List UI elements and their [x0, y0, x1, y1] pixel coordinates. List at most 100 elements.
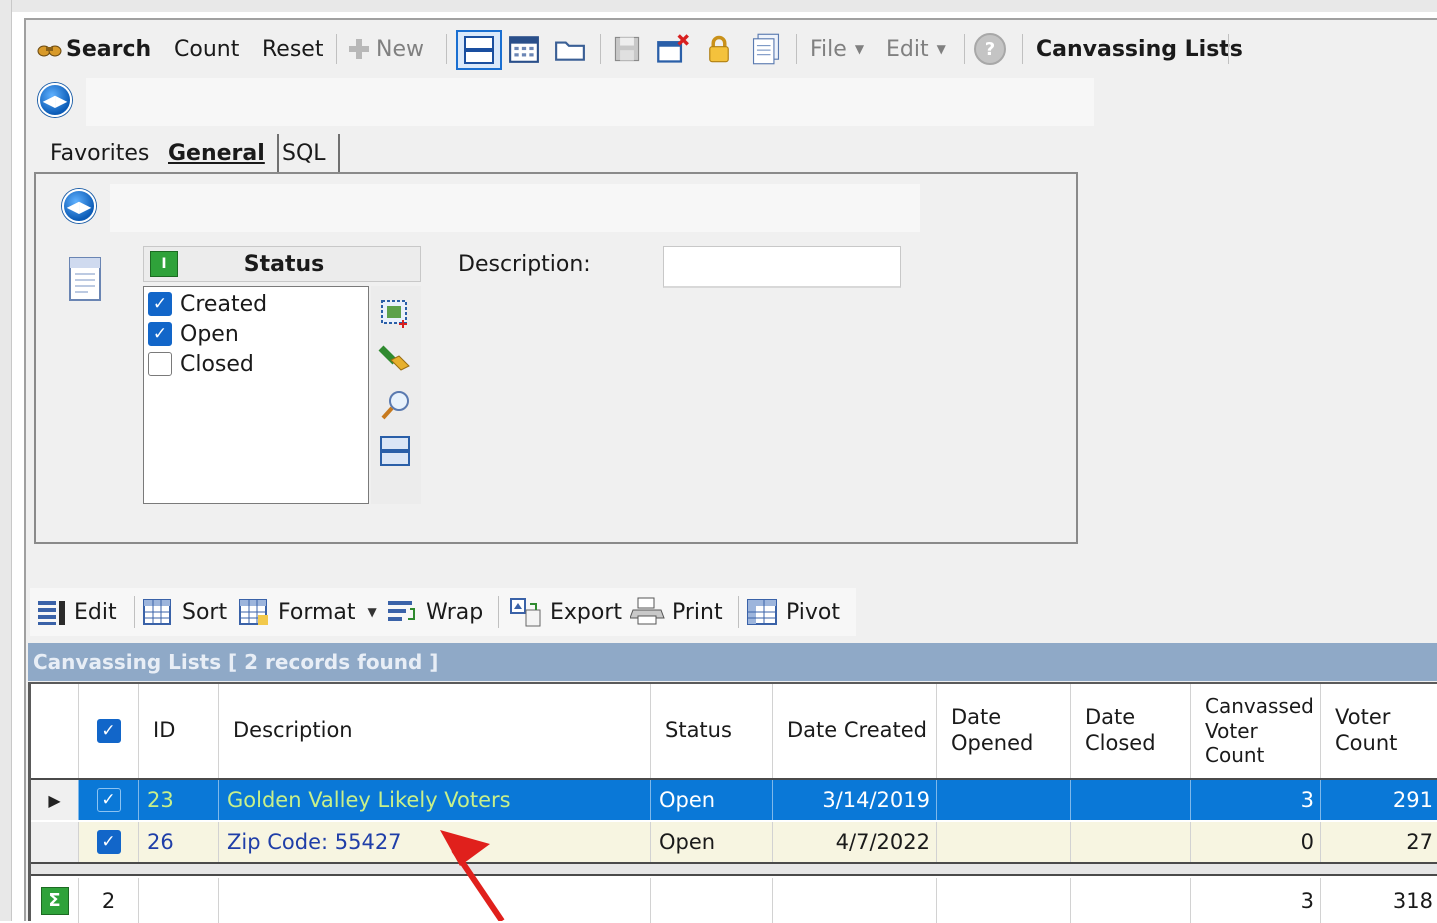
cell-id[interactable]: 26 — [139, 822, 219, 862]
count-button[interactable]: Count — [174, 30, 239, 68]
cell-voter-count[interactable]: 291 — [1321, 780, 1437, 820]
sort-table-icon — [143, 599, 171, 625]
chevron-down-icon: ▼ — [936, 42, 946, 56]
grid-edit-button[interactable]: Edit — [36, 592, 117, 632]
help-button[interactable]: ? — [974, 30, 1006, 68]
checkbox-checked[interactable]: ✓ — [148, 322, 172, 346]
column-header-date-closed[interactable]: Date Closed — [1071, 684, 1191, 778]
status-option-open[interactable]: ✓ Open — [148, 320, 239, 348]
calendar-icon — [509, 36, 539, 63]
checkbox-checked[interactable]: ✓ — [96, 788, 121, 812]
cell-date-opened[interactable] — [937, 822, 1071, 862]
split-view-toggle[interactable] — [456, 30, 502, 70]
wrap-button[interactable]: Wrap — [386, 592, 483, 632]
print-button[interactable]: Print — [630, 592, 723, 632]
lock-button[interactable] — [704, 30, 734, 68]
pivot-button[interactable]: Pivot — [746, 592, 840, 632]
split-panel-icon[interactable] — [377, 434, 413, 468]
format-button[interactable]: Format ▼ — [238, 592, 377, 632]
reset-button[interactable]: Reset — [262, 30, 323, 68]
edit-menu[interactable]: Edit ▼ — [886, 30, 946, 68]
document-icon — [69, 257, 101, 301]
file-menu[interactable]: File ▼ — [810, 30, 864, 68]
document-stack-icon — [752, 33, 780, 65]
cell-date-created[interactable]: 4/7/2022 — [773, 822, 937, 862]
export-button[interactable]: Export — [508, 592, 622, 632]
search-button[interactable]: Search — [36, 30, 151, 68]
edit-menu-label: Edit — [886, 36, 929, 62]
checkbox-unchecked[interactable] — [148, 352, 172, 376]
tab-label: Favorites — [50, 140, 150, 166]
column-header-voter-count[interactable]: Voter Count — [1321, 684, 1437, 778]
annotation-arrow-icon — [440, 830, 505, 921]
info-strip — [110, 184, 920, 232]
cell-id[interactable]: 23 — [139, 780, 219, 820]
summary-cell — [139, 878, 219, 923]
column-header-status[interactable]: Status — [651, 684, 773, 778]
cell-status[interactable]: Open — [651, 822, 773, 862]
select-all-cell[interactable]: ✓ — [79, 684, 139, 778]
clear-brush-icon[interactable] — [377, 342, 413, 376]
cell-voter-count[interactable]: 27 — [1321, 822, 1437, 862]
save-disk-icon — [614, 36, 640, 62]
toolbar-separator — [1228, 34, 1229, 64]
file-menu-label: File — [810, 36, 847, 62]
status-checklist: ✓ Created ✓ Open Closed — [143, 286, 369, 504]
cell-status[interactable]: Open — [651, 780, 773, 820]
expand-collapse-button[interactable]: ◀▶ — [38, 83, 72, 117]
row-checkbox-cell[interactable]: ✓ — [79, 822, 139, 862]
summary-count: 2 — [79, 878, 139, 923]
sigma-icon[interactable]: Σ — [40, 886, 69, 915]
summary-indicator: Σ — [31, 878, 79, 923]
description-input[interactable] — [663, 246, 901, 288]
cell-canvassed-voter-count[interactable]: 0 — [1191, 822, 1321, 862]
notes-button[interactable] — [748, 30, 784, 68]
checkbox-checked[interactable]: ✓ — [148, 292, 172, 316]
cell-date-created[interactable]: 3/14/2019 — [773, 780, 937, 820]
row-checkbox-cell[interactable]: ✓ — [79, 780, 139, 820]
save-button[interactable] — [612, 30, 642, 68]
chevron-down-icon: ▼ — [367, 605, 377, 619]
print-label: Print — [672, 599, 723, 625]
current-row-arrow-icon: ▶ — [48, 790, 61, 810]
status-filter-title: Status — [243, 251, 325, 277]
cell-canvassed-voter-count[interactable]: 3 — [1191, 780, 1321, 820]
status-option-created[interactable]: ✓ Created — [148, 290, 267, 318]
filter-side-toolbar — [371, 286, 421, 504]
tab-label: SQL — [282, 140, 326, 166]
export-label: Export — [550, 599, 623, 625]
select-all-icon[interactable] — [379, 298, 411, 330]
calendar-view-button[interactable] — [508, 30, 540, 68]
new-button[interactable]: New — [346, 30, 424, 68]
cell-description[interactable]: Golden Valley Likely Voters — [219, 780, 651, 820]
count-label: Count — [174, 36, 240, 62]
export-record-button[interactable] — [656, 30, 690, 68]
toggle-filter-icon[interactable]: I — [150, 251, 178, 277]
tab-general[interactable]: General — [156, 134, 279, 172]
cell-date-opened[interactable] — [937, 780, 1071, 820]
column-header-canvassed-voter-count[interactable]: Canvassed Voter Count — [1191, 684, 1321, 778]
column-header-id[interactable]: ID — [139, 684, 219, 778]
magnifier-icon[interactable] — [379, 388, 413, 422]
expand-collapse-button[interactable]: ◀▶ — [62, 189, 96, 223]
column-header-date-opened[interactable]: Date Opened — [937, 684, 1071, 778]
search-binoculars-icon — [37, 45, 62, 57]
sort-button[interactable]: Sort — [142, 592, 227, 632]
checkbox-checked[interactable]: ✓ — [96, 719, 121, 743]
cell-date-closed[interactable] — [1071, 780, 1191, 820]
pivot-table-icon — [747, 599, 777, 625]
toolbar-separator — [964, 34, 965, 64]
split-view-icon — [464, 36, 494, 64]
play-icon: ◀▶ — [66, 196, 92, 216]
status-option-closed[interactable]: Closed — [148, 350, 254, 378]
tab-favorites[interactable]: Favorites — [38, 134, 161, 172]
column-header-description[interactable]: Description — [219, 684, 651, 778]
cell-date-closed[interactable] — [1071, 822, 1191, 862]
tab-sql[interactable]: SQL — [270, 134, 340, 172]
play-icon: ◀▶ — [42, 90, 68, 110]
window-frame-top — [0, 0, 1437, 12]
folder-button[interactable] — [554, 30, 586, 68]
checkbox-checked[interactable]: ✓ — [96, 830, 121, 854]
page-title-text: Canvassing Lists — [1036, 36, 1243, 62]
column-header-date-created[interactable]: Date Created — [773, 684, 937, 778]
